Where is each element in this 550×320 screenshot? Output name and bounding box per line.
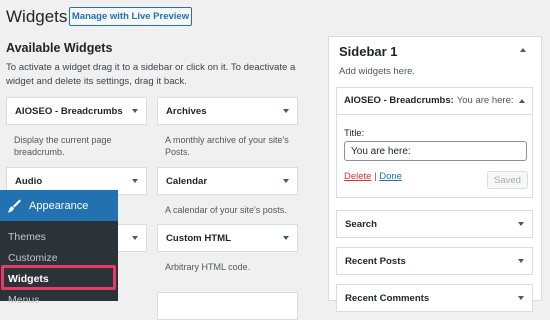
chevron-down-icon[interactable]: [518, 222, 524, 226]
widget-label: Recent Comments: [345, 292, 430, 304]
widget-actions: Delete | Done: [344, 171, 402, 182]
title-field-label: Title:: [344, 128, 365, 139]
chevron-up-icon[interactable]: [519, 98, 525, 103]
menu-item-themes[interactable]: Themes: [8, 231, 46, 243]
widget-description: Display the current page breadcrumb.: [14, 135, 112, 157]
menu-appearance[interactable]: Appearance: [0, 190, 118, 221]
sidebar-widget-recent-posts[interactable]: Recent Posts: [336, 247, 533, 275]
chevron-down-icon[interactable]: [518, 259, 524, 263]
widget-description: A monthly archive of your site's Posts.: [165, 135, 289, 157]
widget-label: Custom HTML: [166, 232, 232, 244]
widget-archives[interactable]: Archives: [157, 97, 298, 125]
chevron-down-icon[interactable]: [518, 296, 524, 300]
sidebar-description: Add widgets here.: [339, 66, 416, 77]
widget-description: Arbitrary HTML code.: [165, 262, 251, 272]
done-link[interactable]: Done: [379, 171, 402, 182]
widget-label: Audio: [15, 175, 43, 187]
chevron-down-icon[interactable]: [132, 109, 138, 113]
widget-custom-html[interactable]: Custom HTML: [157, 224, 298, 252]
chevron-down-icon[interactable]: [132, 179, 138, 183]
widget-label: Recent Posts: [345, 255, 406, 267]
title-input[interactable]: You are here:: [344, 141, 527, 161]
widget-label: Archives: [166, 105, 207, 117]
available-widgets-description: To activate a widget drag it to a sideba…: [6, 62, 296, 87]
chevron-down-icon[interactable]: [283, 236, 289, 240]
widget-description: A calendar of your site's posts.: [165, 205, 287, 215]
widget-label: AIOSEO - Breadcrumbs: [15, 105, 123, 117]
chevron-down-icon[interactable]: [283, 109, 289, 113]
expanded-widget-subtitle: You are here:: [456, 95, 514, 106]
highlight-box: [1, 265, 116, 290]
chevron-up-icon[interactable]: [520, 48, 526, 52]
action-separator: |: [374, 171, 377, 182]
menu-item-customize[interactable]: Customize: [8, 252, 58, 264]
menu-section-label: Appearance: [29, 199, 89, 212]
paintbrush-icon: [7, 199, 21, 212]
widget-partially-hidden[interactable]: [157, 292, 298, 320]
available-widgets-heading: Available Widgets: [6, 41, 113, 55]
expanded-widget-header[interactable]: AIOSEO - Breadcrumbs: You are here:: [336, 87, 533, 115]
widget-aioseo-breadcrumbs[interactable]: AIOSEO - Breadcrumbs: [6, 97, 147, 125]
delete-link[interactable]: Delete: [344, 171, 371, 182]
chevron-down-icon[interactable]: [283, 179, 289, 183]
menu-item-menus[interactable]: Menus: [8, 294, 40, 306]
widget-label: Search: [345, 218, 377, 230]
sidebar-title: Sidebar 1: [339, 44, 398, 59]
sidebar-widget-recent-comments[interactable]: Recent Comments: [336, 284, 533, 312]
widget-calendar[interactable]: Calendar: [157, 167, 298, 195]
chevron-down-icon[interactable]: [132, 236, 138, 240]
manage-live-preview-button[interactable]: Manage with Live Preview: [69, 7, 192, 26]
page-title: Widgets: [6, 7, 68, 26]
sidebar-widget-search[interactable]: Search: [336, 210, 533, 238]
saved-button[interactable]: Saved: [487, 171, 528, 189]
widget-label: Calendar: [166, 175, 208, 187]
expanded-widget-name: AIOSEO - Breadcrumbs:: [344, 95, 454, 106]
